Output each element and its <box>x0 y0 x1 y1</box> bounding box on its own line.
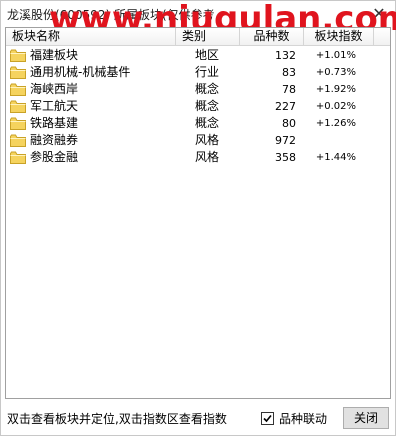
folder-icon <box>10 151 26 164</box>
list-item[interactable]: 通用机械-机械基件 行业 83 +0.73% <box>6 64 390 81</box>
checkmark-icon <box>263 414 272 423</box>
sector-list[interactable]: 板块名称 类别 品种数 板块指数 福建板块 地区 132 +1.01% 通用机械… <box>5 27 391 399</box>
sector-count: 972 <box>275 134 296 147</box>
sector-dialog: 龙溪股份(600592) 所属板块(仅供参考 ✕ www.niugulan.co… <box>0 0 396 436</box>
sector-name: 铁路基建 <box>30 116 79 130</box>
usage-hint: 双击查看板块并定位,双击指数区查看指数 <box>7 412 227 426</box>
sector-category: 风格 <box>195 133 220 147</box>
row-name-cell: 融资融券 <box>10 132 176 149</box>
sector-index[interactable]: +1.26% <box>306 115 356 132</box>
list-item[interactable]: 军工航天 概念 227 +0.02% <box>6 98 390 115</box>
column-header-category[interactable]: 类别 <box>176 28 240 46</box>
folder-icon <box>10 100 26 113</box>
sector-index[interactable]: +1.92% <box>306 81 356 98</box>
list-item[interactable]: 参股金融 风格 358 +1.44% <box>6 149 390 166</box>
folder-icon <box>10 49 26 62</box>
row-name-cell: 军工航天 <box>10 98 176 115</box>
column-header-count[interactable]: 品种数 <box>240 28 304 46</box>
sector-category: 概念 <box>195 116 220 130</box>
sector-index[interactable]: +0.73% <box>306 64 356 81</box>
list-item[interactable]: 海峡西岸 概念 78 +1.92% <box>6 81 390 98</box>
sector-category: 行业 <box>195 65 220 79</box>
sector-category: 地区 <box>195 48 220 62</box>
sector-name: 军工航天 <box>30 99 79 113</box>
column-header-index[interactable]: 板块指数 <box>304 28 374 46</box>
sector-index[interactable]: +1.44% <box>306 149 356 166</box>
linkage-checkbox-label[interactable]: 品种联动 <box>279 410 327 427</box>
row-name-cell: 海峡西岸 <box>10 81 176 98</box>
row-name-cell: 通用机械-机械基件 <box>10 64 176 81</box>
row-name-cell: 福建板块 <box>10 47 176 64</box>
sector-name: 融资融券 <box>30 133 79 147</box>
folder-icon <box>10 117 26 130</box>
column-header-name[interactable]: 板块名称 <box>6 28 176 46</box>
sector-count: 358 <box>275 151 296 164</box>
sector-count: 78 <box>282 83 296 96</box>
list-item[interactable]: 融资融券 风格 972 <box>6 132 390 149</box>
sector-name: 通用机械-机械基件 <box>30 65 131 79</box>
folder-icon <box>10 83 26 96</box>
dialog-footer: 双击查看板块并定位,双击指数区查看指数 品种联动 关闭 <box>1 401 395 435</box>
list-header: 板块名称 类别 品种数 板块指数 <box>6 28 390 46</box>
sector-index[interactable]: +0.02% <box>306 98 356 115</box>
row-name-cell: 参股金融 <box>10 149 176 166</box>
sector-index[interactable]: +1.01% <box>306 47 356 64</box>
row-name-cell: 铁路基建 <box>10 115 176 132</box>
close-button[interactable]: 关闭 <box>343 407 389 429</box>
sector-index[interactable] <box>306 132 356 149</box>
sector-count: 227 <box>275 100 296 113</box>
folder-icon <box>10 66 26 79</box>
sector-count: 132 <box>275 49 296 62</box>
linkage-checkbox[interactable] <box>261 412 274 425</box>
sector-name: 参股金融 <box>30 150 79 164</box>
sector-count: 83 <box>282 66 296 79</box>
sector-category: 风格 <box>195 150 220 164</box>
list-item[interactable]: 福建板块 地区 132 +1.01% <box>6 47 390 64</box>
sector-name: 海峡西岸 <box>30 82 79 96</box>
sector-count: 80 <box>282 117 296 130</box>
sector-category: 概念 <box>195 99 220 113</box>
list-item[interactable]: 铁路基建 概念 80 +1.26% <box>6 115 390 132</box>
sector-name: 福建板块 <box>30 48 79 62</box>
sector-category: 概念 <box>195 82 220 96</box>
folder-icon <box>10 134 26 147</box>
